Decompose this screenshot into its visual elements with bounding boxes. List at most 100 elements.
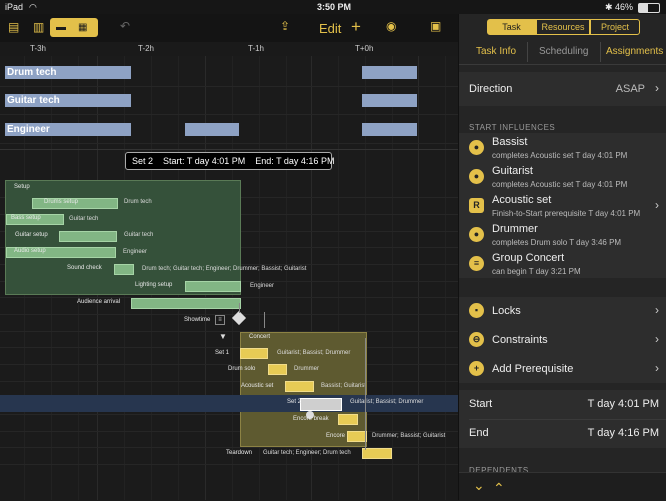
task-label: Drum solo (228, 366, 256, 372)
direction-label: Direction (469, 83, 513, 95)
task-label: Acoustic set (241, 383, 274, 389)
view-options-icon[interactable]: ◉ (386, 19, 396, 33)
task-label: Lighting setup (135, 282, 173, 288)
resource-bar[interactable] (362, 66, 417, 79)
influence-desc: completes Acoustic set T day 4:01 PM (492, 180, 628, 189)
tab-task-info[interactable]: Task Info (476, 46, 516, 57)
influence-item[interactable]: ≡ Group Concert can begin T day 3:21 PM (459, 249, 666, 278)
person-icon: ● (469, 140, 484, 155)
tooltip-text: Set 2 Start: T day 4:01 PM End: T day 4:… (132, 156, 335, 166)
segment-task[interactable]: Task (487, 19, 536, 35)
task-resources: Guitarist; Bassist; Drummer (277, 350, 351, 356)
task-bar[interactable] (240, 348, 268, 359)
start-row[interactable]: Start T day 4:01 PM (459, 390, 666, 419)
tab-assignments[interactable]: Assignments (606, 46, 663, 57)
gantt-chart[interactable]: Drum tech Guitar tech Engineer Drum tech… (0, 56, 458, 500)
task-bar[interactable] (347, 431, 367, 442)
task-bar[interactable] (185, 281, 241, 292)
wifi-icon: ◠ (29, 2, 37, 12)
clock: 3:50 PM (317, 2, 352, 12)
task-label: Drums setup (44, 199, 79, 205)
influence-name: Group Concert (492, 252, 565, 264)
task-resources: Drummer; Bassist; Guitarist (372, 433, 446, 439)
lock-icon: ▪ (469, 303, 484, 318)
task-resources: Bassist; Guitarist (321, 383, 367, 389)
task-bar[interactable] (268, 364, 287, 375)
direction-row[interactable]: Direction ASAP › (459, 72, 666, 106)
task-resources: Drum tech; Guitar tech; Engineer; Drumme… (142, 266, 307, 272)
task-resources: Engineer (250, 283, 275, 289)
edit-button[interactable]: Edit (319, 21, 341, 36)
resource-bar[interactable] (362, 94, 417, 107)
task-resources: Drummer (294, 366, 319, 372)
tab-divider (527, 42, 601, 62)
disclosure-triangle-icon[interactable]: ▼ (219, 332, 227, 341)
start-influences-list: ● Bassist completes Acoustic set T day 4… (459, 133, 666, 278)
resource-label-overlay: Drum tech (7, 67, 57, 78)
task-bar[interactable] (338, 414, 358, 425)
task-bar[interactable] (114, 264, 134, 275)
gantt-view-icon: ▬ (56, 22, 66, 33)
task-label: Bass setup (11, 215, 41, 221)
influence-item[interactable]: ● Guitarist completes Acoustic set T day… (459, 162, 666, 191)
add-icon: + (469, 361, 484, 376)
resource-bar[interactable] (185, 123, 239, 136)
sidebar-icon[interactable]: ▥ (33, 20, 44, 34)
influence-desc: can begin T day 3:21 PM (492, 267, 581, 276)
documents-icon[interactable]: ▤ (8, 20, 19, 34)
group-icon: ≡ (469, 256, 484, 271)
constraints-label: Constraints (492, 334, 548, 346)
end-row[interactable]: End T day 4:16 PM (459, 419, 666, 448)
dependency-line (365, 338, 366, 450)
dependency-line (264, 312, 265, 328)
influence-item[interactable]: ● Drummer completes Drum solo T day 3:46… (459, 220, 666, 249)
influence-name: Guitarist (492, 165, 533, 177)
task-bar[interactable] (59, 231, 117, 242)
tick-label: T-2h (138, 44, 155, 53)
chevron-up-icon[interactable]: ⌃ (493, 480, 505, 497)
resource-label-overlay: Engineer (7, 124, 50, 135)
start-value[interactable]: T day 4:01 PM (588, 398, 659, 410)
task-resources: Guitar tech (124, 232, 154, 238)
tick-label: T-3h (30, 44, 47, 53)
segment-project[interactable]: Project (590, 19, 640, 35)
timescale: T-3h T-2h T-1h T+0h (0, 42, 458, 57)
tick-label: T-1h (248, 44, 265, 53)
constraint-icon: ⊖ (469, 332, 484, 347)
influence-item[interactable]: R Acoustic set Finish-to-Start prerequis… (459, 191, 666, 220)
task-resources: Engineer (123, 249, 148, 255)
undo-icon[interactable]: ↶ (120, 19, 130, 33)
task-label: Set 2 (287, 399, 302, 405)
resource-bar[interactable] (362, 123, 417, 136)
end-value[interactable]: T day 4:16 PM (588, 427, 659, 439)
influence-name: Acoustic set (492, 194, 552, 206)
end-label: End (469, 427, 489, 439)
add-prerequisite-row[interactable]: + Add Prerequisite › (459, 355, 666, 383)
task-bar[interactable] (131, 298, 241, 309)
task-resources: Guitar tech; Engineer; Drum tech (263, 450, 351, 456)
influence-item[interactable]: ● Bassist completes Acoustic set T day 4… (459, 133, 666, 162)
influence-desc: completes Drum solo T day 3:46 PM (492, 238, 622, 247)
task-label: Showtime (184, 317, 211, 323)
influence-desc: Finish-to-Start prerequisite T day 4:01 … (492, 209, 641, 218)
chevron-right-icon: › (655, 198, 659, 212)
toolbar: ▤ ▥ ▬ ▦ ↶ ⇪ Edit + ◉ ▣ (0, 14, 458, 42)
inspector-footer: ⌄ ⌃ (459, 472, 666, 501)
chevron-right-icon: › (655, 361, 659, 375)
inspector-icon[interactable]: ▣ (430, 19, 441, 33)
influence-name: Drummer (492, 223, 538, 235)
share-icon[interactable]: ⇪ (280, 19, 290, 33)
chevron-right-icon: › (655, 81, 659, 95)
task-label: Sound check (67, 265, 102, 271)
task-bar[interactable] (285, 381, 314, 392)
note-icon[interactable]: ≡ (215, 315, 225, 325)
constraints-row[interactable]: ⊖ Constraints › (459, 326, 666, 354)
chevron-down-icon[interactable]: ⌄ (473, 477, 485, 494)
view-toggle-button[interactable]: ▬ ▦ (50, 18, 98, 37)
locks-row[interactable]: ▪ Locks › (459, 297, 666, 325)
task-bar[interactable] (362, 448, 392, 459)
add-icon[interactable]: + (351, 17, 361, 37)
task-bar-selected[interactable] (300, 398, 342, 411)
add-prerequisite-label: Add Prerequisite (492, 363, 574, 375)
segment-resources[interactable]: Resources (536, 19, 590, 35)
